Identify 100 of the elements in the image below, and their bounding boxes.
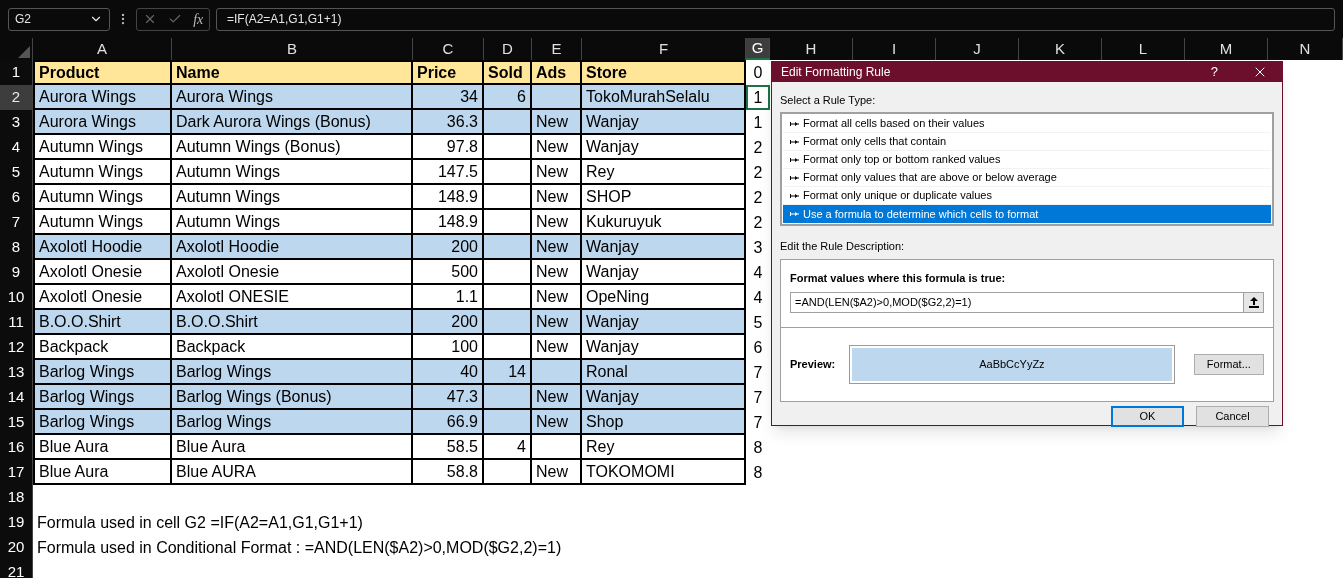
- name-box[interactable]: G2: [8, 7, 110, 31]
- column-header[interactable]: F: [582, 38, 746, 60]
- formula-label: Format values where this formula is true:: [790, 270, 1007, 286]
- row-header[interactable]: 2: [0, 85, 33, 110]
- column-header[interactable]: B: [172, 38, 413, 60]
- dialog-title: Edit Formatting Rule: [781, 63, 892, 81]
- row-header[interactable]: 20: [0, 535, 33, 560]
- row-header[interactable]: 13: [0, 360, 33, 385]
- table-cell: SHOP: [582, 185, 746, 210]
- table-cell: Axolotl Onesie: [33, 260, 172, 285]
- table-cell: Rey: [582, 435, 746, 460]
- row-header[interactable]: 1: [0, 60, 33, 85]
- upload-arrow-icon: [1248, 297, 1259, 308]
- column-header[interactable]: E: [532, 38, 582, 60]
- row-header[interactable]: 3: [0, 110, 33, 135]
- arrow-icon: [790, 174, 799, 181]
- column-header[interactable]: J: [936, 38, 1019, 60]
- table-cell: Axolotl Hoodie: [33, 235, 172, 260]
- column-header[interactable]: H: [770, 38, 853, 60]
- format-button[interactable]: Format...: [1193, 354, 1264, 375]
- table-cell: Barlog Wings: [172, 410, 413, 435]
- rule-type-item[interactable]: Use a formula to determine which cells to format: [783, 205, 1271, 223]
- row-header[interactable]: 21: [0, 560, 33, 578]
- table-cell: Autumn Wings: [33, 160, 172, 185]
- preview-label: Preview:: [790, 357, 837, 373]
- row-header[interactable]: 14: [0, 385, 33, 410]
- insert-function-button[interactable]: fx: [193, 8, 204, 30]
- table-cell: B.O.O.Shirt: [33, 310, 172, 335]
- table-cell: Backpack: [172, 335, 413, 360]
- table-cell: 148.9: [413, 210, 484, 235]
- table-cell: Barlog Wings: [33, 385, 172, 410]
- column-header[interactable]: L: [1102, 38, 1185, 60]
- check-icon[interactable]: [167, 12, 182, 26]
- table-cell: New: [532, 210, 582, 235]
- row-header[interactable]: 5: [0, 160, 33, 185]
- row-header[interactable]: 10: [0, 285, 33, 310]
- rule-type-item[interactable]: Format all cells based on their values: [783, 115, 1271, 133]
- table-cell: Blue Aura: [33, 435, 172, 460]
- table-cell: OpeNing: [582, 285, 746, 310]
- cancel-button[interactable]: Cancel: [1196, 406, 1269, 427]
- table-cell: Wanjay: [582, 260, 746, 285]
- formula-field[interactable]: =IF(A2=A1,G1,G1+1): [216, 7, 1335, 31]
- table-cell: TokoMurahSelalu: [582, 85, 746, 110]
- table-cell: Ads: [532, 60, 582, 85]
- table-cell: TOKOMOMI: [582, 460, 746, 485]
- table-cell: New: [532, 335, 582, 360]
- row-header[interactable]: 7: [0, 210, 33, 235]
- help-button[interactable]: ?: [1210, 62, 1218, 82]
- table-cell: Autumn Wings: [172, 185, 413, 210]
- table-cell: New: [532, 460, 582, 485]
- collapse-button[interactable]: [1243, 293, 1263, 312]
- row-header[interactable]: 15: [0, 410, 33, 435]
- table-cell: 1.1: [413, 285, 484, 310]
- table-cell: New: [532, 135, 582, 160]
- table-cell: New: [532, 235, 582, 260]
- column-header[interactable]: D: [484, 38, 532, 60]
- preview-text: AaBbCcYyZz: [979, 357, 1045, 373]
- column-header[interactable]: M: [1185, 38, 1268, 60]
- table-cell: 100: [413, 335, 484, 360]
- table-cell: Axolotl Hoodie: [172, 235, 413, 260]
- table-cell: Autumn Wings: [172, 160, 413, 185]
- column-header[interactable]: C: [413, 38, 484, 60]
- table-cell: New: [532, 260, 582, 285]
- row-header[interactable]: 9: [0, 260, 33, 285]
- row-header[interactable]: 18: [0, 485, 33, 510]
- column-header[interactable]: A: [33, 38, 172, 60]
- corner-triangle-icon: [18, 46, 30, 58]
- column-header[interactable]: K: [1019, 38, 1102, 60]
- table-cell: Blue Aura: [172, 435, 413, 460]
- table-cell: Blue Aura: [33, 460, 172, 485]
- table-cell: Barlog Wings: [172, 360, 413, 385]
- column-header[interactable]: I: [853, 38, 936, 60]
- table-cell: 66.9: [413, 410, 484, 435]
- table-cell: Sold: [484, 60, 532, 85]
- table-cell: Ronal: [582, 360, 746, 385]
- column-header[interactable]: G: [746, 38, 770, 60]
- rule-type-item[interactable]: Format only top or bottom ranked values: [783, 151, 1271, 169]
- row-header[interactable]: 12: [0, 335, 33, 360]
- arrow-icon: [790, 156, 799, 163]
- rule-type-item[interactable]: Format only values that are above or below average: [783, 169, 1271, 187]
- table-cell: New: [532, 185, 582, 210]
- row-header[interactable]: 16: [0, 435, 33, 460]
- table-cell: 200: [413, 235, 484, 260]
- row-header[interactable]: 8: [0, 235, 33, 260]
- column-header[interactable]: N: [1268, 38, 1343, 60]
- row-header[interactable]: 4: [0, 135, 33, 160]
- formula-field[interactable]: =AND(LEN($A2)>0,MOD($G2,2)=1): [790, 292, 1264, 313]
- row-header[interactable]: 6: [0, 185, 33, 210]
- row-header[interactable]: 19: [0, 510, 33, 535]
- table-cell: 200: [413, 310, 484, 335]
- table-cell: Axolotl Onesie: [172, 260, 413, 285]
- table-cell: Barlog Wings: [33, 360, 172, 385]
- table-cell: 148.9: [413, 185, 484, 210]
- note-text: Formula used in Conditional Format : =AND(LEN($A2)>0,MOD($G2,2)=1): [37, 537, 562, 558]
- table-cell: New: [532, 385, 582, 410]
- row-header[interactable]: 11: [0, 310, 33, 335]
- row-header[interactable]: 17: [0, 460, 33, 485]
- rule-type-item[interactable]: Format only cells that contain: [783, 133, 1271, 151]
- ok-button[interactable]: OK: [1111, 406, 1184, 427]
- table-cell: Wanjay: [582, 310, 746, 335]
